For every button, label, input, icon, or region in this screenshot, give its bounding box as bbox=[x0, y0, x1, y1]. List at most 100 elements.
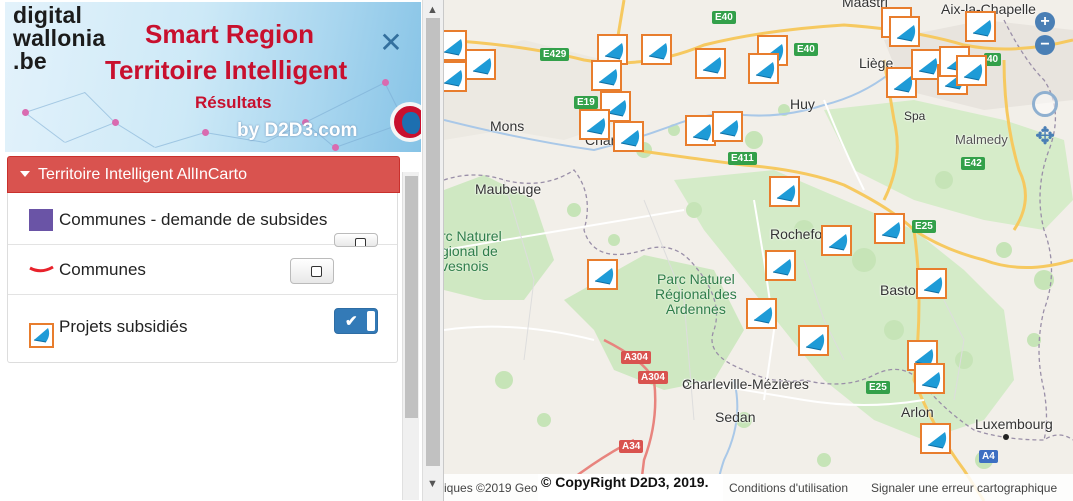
network-line bbox=[24, 112, 65, 143]
globe-logo-icon bbox=[390, 102, 421, 142]
network-node bbox=[332, 144, 339, 151]
place-label: Arlon bbox=[901, 404, 934, 420]
project-marker-icon[interactable] bbox=[591, 60, 622, 91]
logo-line: .be bbox=[13, 48, 47, 74]
road-label: A304 bbox=[621, 351, 651, 364]
scroll-down-arrow-icon[interactable]: ▼ bbox=[427, 478, 438, 490]
banner-subtitle-resultats: Résultats bbox=[195, 93, 272, 112]
project-marker-icon[interactable] bbox=[444, 30, 467, 61]
park-label: rc Naturel gional de vesnois bbox=[444, 228, 502, 274]
terms-link[interactable]: Conditions d'utilisation bbox=[729, 481, 848, 495]
layer-label: Communes bbox=[59, 260, 146, 279]
banner-title-smart-region: Smart Region bbox=[145, 19, 315, 49]
scrollbar-thumb[interactable] bbox=[405, 176, 418, 418]
project-marker-icon[interactable] bbox=[765, 250, 796, 281]
project-marker-icon[interactable] bbox=[798, 325, 829, 356]
project-marker-icon[interactable] bbox=[695, 48, 726, 79]
network-line bbox=[345, 82, 386, 103]
red-line-legend-icon bbox=[29, 265, 54, 273]
project-marker-icon[interactable] bbox=[769, 176, 800, 207]
road-label: E25 bbox=[912, 220, 936, 233]
side-panel: digital wallonia .be Smart Region Territ… bbox=[0, 0, 444, 501]
place-label: Maubeuge bbox=[475, 181, 542, 197]
network-node bbox=[112, 119, 119, 126]
park-label: Parc Naturel Régional des Ardennes bbox=[655, 271, 737, 317]
pan-move-icon[interactable]: ✥ bbox=[1030, 122, 1060, 152]
project-marker-icon[interactable] bbox=[579, 109, 610, 140]
road-label: E42 bbox=[961, 157, 985, 170]
project-marker-icon[interactable] bbox=[920, 423, 951, 454]
app-window: digital wallonia .be Smart Region Territ… bbox=[0, 0, 1073, 501]
place-label: Huy bbox=[790, 96, 815, 112]
project-marker-icon bbox=[29, 323, 54, 348]
logo-line: digital bbox=[13, 2, 83, 28]
project-marker-icon[interactable] bbox=[641, 34, 672, 65]
place-label: Spa bbox=[904, 109, 926, 123]
project-marker-icon[interactable] bbox=[465, 49, 496, 80]
place-label: Luxembourg bbox=[975, 416, 1053, 432]
banner: digital wallonia .be Smart Region Territ… bbox=[5, 2, 421, 152]
project-marker-icon[interactable] bbox=[821, 225, 852, 256]
project-marker-icon[interactable] bbox=[874, 213, 905, 244]
project-marker-icon[interactable] bbox=[444, 61, 467, 92]
road-label: A4 bbox=[979, 450, 998, 463]
layer-group-title: Territoire Intelligent AllInCarto bbox=[38, 166, 247, 183]
road-label: A34 bbox=[619, 440, 644, 453]
place-label: Basto bbox=[880, 282, 916, 298]
zoom-in-button[interactable]: + bbox=[1035, 12, 1055, 32]
copyright-notice: © CopyRight D2D3, 2019. bbox=[538, 474, 723, 501]
scroll-up-arrow-icon[interactable]: ▲ bbox=[427, 4, 438, 16]
layer-group-header[interactable]: Territoire Intelligent AllInCarto bbox=[7, 156, 400, 193]
panel-scrollbar[interactable]: ▲ ▼ bbox=[422, 0, 443, 501]
road-label: E40 bbox=[794, 43, 818, 56]
road-label: E40 bbox=[712, 11, 736, 24]
map-data-attribution: iques ©2019 Geo bbox=[444, 481, 538, 495]
caret-down-icon bbox=[20, 170, 30, 177]
scrollbar-thumb[interactable] bbox=[426, 18, 440, 466]
network-node bbox=[382, 79, 389, 86]
layer-row-projets: Projets subsidiés ✔ bbox=[8, 295, 397, 362]
layer-panel-scrollbar[interactable] bbox=[402, 172, 419, 500]
banner-byline: by D2D3.com bbox=[237, 120, 358, 141]
map-view[interactable]: MonsMaubeugeCharl oiHuyLiègeAix-la-Chape… bbox=[444, 0, 1073, 501]
network-line bbox=[155, 132, 206, 148]
network-line bbox=[84, 92, 115, 123]
logo-line: wallonia bbox=[13, 25, 106, 51]
road-label: E25 bbox=[866, 381, 890, 394]
layer-label: Projets subsidiés bbox=[59, 317, 188, 336]
layer-toggle-communes[interactable] bbox=[290, 258, 334, 284]
layer-toggle-projets[interactable]: ✔ bbox=[334, 308, 378, 334]
project-marker-icon[interactable] bbox=[613, 121, 644, 152]
project-marker-icon[interactable] bbox=[956, 55, 987, 86]
road-label: A304 bbox=[638, 371, 668, 384]
project-marker-icon[interactable] bbox=[712, 111, 743, 142]
map-search-icon[interactable] bbox=[1032, 91, 1058, 117]
zoom-out-button[interactable]: − bbox=[1035, 35, 1055, 55]
close-panel-button[interactable]: ✕ bbox=[378, 29, 404, 57]
layer-row-communes-subsides: Communes - demande de subsides bbox=[8, 193, 397, 247]
project-marker-icon[interactable] bbox=[965, 11, 996, 42]
project-marker-icon[interactable] bbox=[914, 363, 945, 394]
network-line bbox=[25, 92, 86, 113]
network-line bbox=[65, 122, 116, 143]
project-marker-icon[interactable] bbox=[889, 16, 920, 47]
project-marker-icon[interactable] bbox=[587, 259, 618, 290]
layer-list: Communes - demande de subsides Communes … bbox=[7, 193, 398, 363]
road-label: E411 bbox=[728, 152, 757, 165]
network-node bbox=[202, 129, 209, 136]
place-label: Sedan bbox=[715, 409, 756, 425]
network-line bbox=[114, 122, 155, 148]
project-marker-icon[interactable] bbox=[748, 53, 779, 84]
banner-title-territoire: Territoire Intelligent bbox=[105, 55, 348, 85]
place-label: Mons bbox=[490, 118, 525, 134]
report-error-link[interactable]: Signaler une erreur cartographique bbox=[871, 481, 1057, 495]
layer-row-communes: Communes bbox=[8, 245, 397, 295]
purple-square-legend-icon bbox=[29, 209, 53, 231]
layer-label: Communes - demande de subsides bbox=[59, 210, 328, 229]
road-label: E19 bbox=[574, 96, 598, 109]
map-attribution-bar: iques ©2019 Geo © CopyRight D2D3, 2019. … bbox=[444, 474, 1073, 501]
digital-wallonia-logo: digital wallonia .be bbox=[13, 4, 105, 73]
network-node bbox=[22, 109, 29, 116]
project-marker-icon[interactable] bbox=[916, 268, 947, 299]
project-marker-icon[interactable] bbox=[746, 298, 777, 329]
